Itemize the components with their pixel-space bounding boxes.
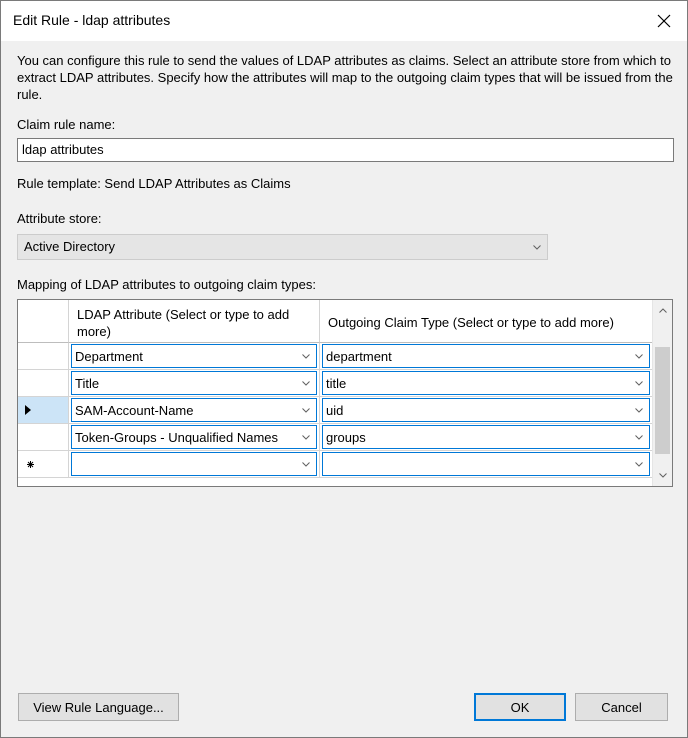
dialog-title: Edit Rule - ldap attributes: [13, 12, 171, 28]
ldap-attribute-combo[interactable]: Title: [71, 371, 317, 395]
ldap-attribute-value: Token-Groups - Unqualified Names: [75, 429, 279, 445]
row-header[interactable]: [18, 370, 69, 397]
attribute-store-value: Active Directory: [24, 239, 116, 254]
row-header-selected[interactable]: [18, 397, 69, 424]
ldap-attribute-value: Title: [75, 375, 100, 391]
claim-type-combo[interactable]: department: [322, 344, 650, 368]
chevron-down-icon[interactable]: [302, 407, 310, 413]
column-header-ldap-attribute[interactable]: LDAP Attribute (Select or type to add mo…: [69, 300, 320, 343]
mapping-grid: LDAP Attribute (Select or type to add mo…: [17, 299, 673, 487]
chevron-down-icon[interactable]: [302, 380, 310, 386]
claim-type-value: title: [326, 375, 347, 391]
ldap-attribute-combo[interactable]: SAM-Account-Name: [71, 398, 317, 422]
row-pointer-icon: [25, 405, 31, 415]
edit-rule-dialog: Edit Rule - ldap attributes You can conf…: [0, 0, 688, 738]
chevron-down-icon[interactable]: [302, 353, 310, 359]
close-button[interactable]: [641, 1, 687, 41]
grid-corner-cell: [18, 300, 69, 343]
claim-rule-name-input[interactable]: ldap attributes: [17, 138, 674, 162]
claim-type-value: groups: [326, 429, 366, 445]
chevron-down-icon[interactable]: [302, 461, 310, 467]
column-header-outgoing-claim-type[interactable]: Outgoing Claim Type (Select or type to a…: [320, 300, 652, 343]
chevron-down-icon[interactable]: [635, 434, 643, 440]
close-icon: [657, 14, 671, 28]
attribute-store-select[interactable]: Active Directory: [17, 234, 548, 260]
ldap-attribute-value: Department: [75, 348, 143, 364]
claim-type-value: department: [326, 348, 392, 364]
cancel-button[interactable]: Cancel: [575, 693, 668, 721]
ok-button[interactable]: OK: [474, 693, 566, 721]
claim-type-value: uid: [326, 402, 344, 418]
new-row-icon: [27, 460, 34, 468]
ldap-attribute-combo[interactable]: Department: [71, 344, 317, 368]
ldap-attribute-combo[interactable]: [71, 452, 317, 476]
ldap-attribute-value: SAM-Account-Name: [75, 402, 194, 418]
table-row: SAM-Account-Name uid: [18, 397, 652, 424]
title-bar: Edit Rule - ldap attributes: [1, 1, 687, 41]
scroll-down-button[interactable]: [653, 467, 672, 484]
chevron-up-icon: [658, 308, 667, 313]
claim-type-combo[interactable]: [322, 452, 650, 476]
table-row-new: [18, 451, 652, 478]
mapping-label: Mapping of LDAP attributes to outgoing c…: [17, 277, 316, 292]
chevron-down-icon: [533, 244, 541, 250]
chevron-down-icon[interactable]: [302, 434, 310, 440]
row-header[interactable]: [18, 343, 69, 370]
rule-description: You can configure this rule to send the …: [17, 53, 673, 102]
chevron-down-icon[interactable]: [635, 353, 643, 359]
chevron-down-icon: [658, 473, 667, 478]
view-rule-language-button[interactable]: View Rule Language...: [18, 693, 179, 721]
chevron-down-icon[interactable]: [635, 407, 643, 413]
grid-header: LDAP Attribute (Select or type to add mo…: [18, 300, 652, 343]
attribute-store-label: Attribute store:: [17, 211, 102, 226]
table-row: Title title: [18, 370, 652, 397]
row-header[interactable]: [18, 424, 69, 451]
claim-type-combo[interactable]: title: [322, 371, 650, 395]
rule-template-text: Rule template: Send LDAP Attributes as C…: [17, 176, 291, 191]
table-row: Token-Groups - Unqualified Names groups: [18, 424, 652, 451]
claim-type-combo[interactable]: groups: [322, 425, 650, 449]
chevron-down-icon[interactable]: [635, 461, 643, 467]
table-row: Department department: [18, 343, 652, 370]
grid-vertical-scrollbar[interactable]: [652, 300, 672, 486]
chevron-down-icon[interactable]: [635, 380, 643, 386]
claim-type-combo[interactable]: uid: [322, 398, 650, 422]
ldap-attribute-combo[interactable]: Token-Groups - Unqualified Names: [71, 425, 317, 449]
scroll-thumb[interactable]: [655, 347, 670, 454]
claim-rule-name-label: Claim rule name:: [17, 117, 116, 132]
scroll-up-button[interactable]: [653, 302, 672, 319]
row-header-new[interactable]: [18, 451, 69, 478]
